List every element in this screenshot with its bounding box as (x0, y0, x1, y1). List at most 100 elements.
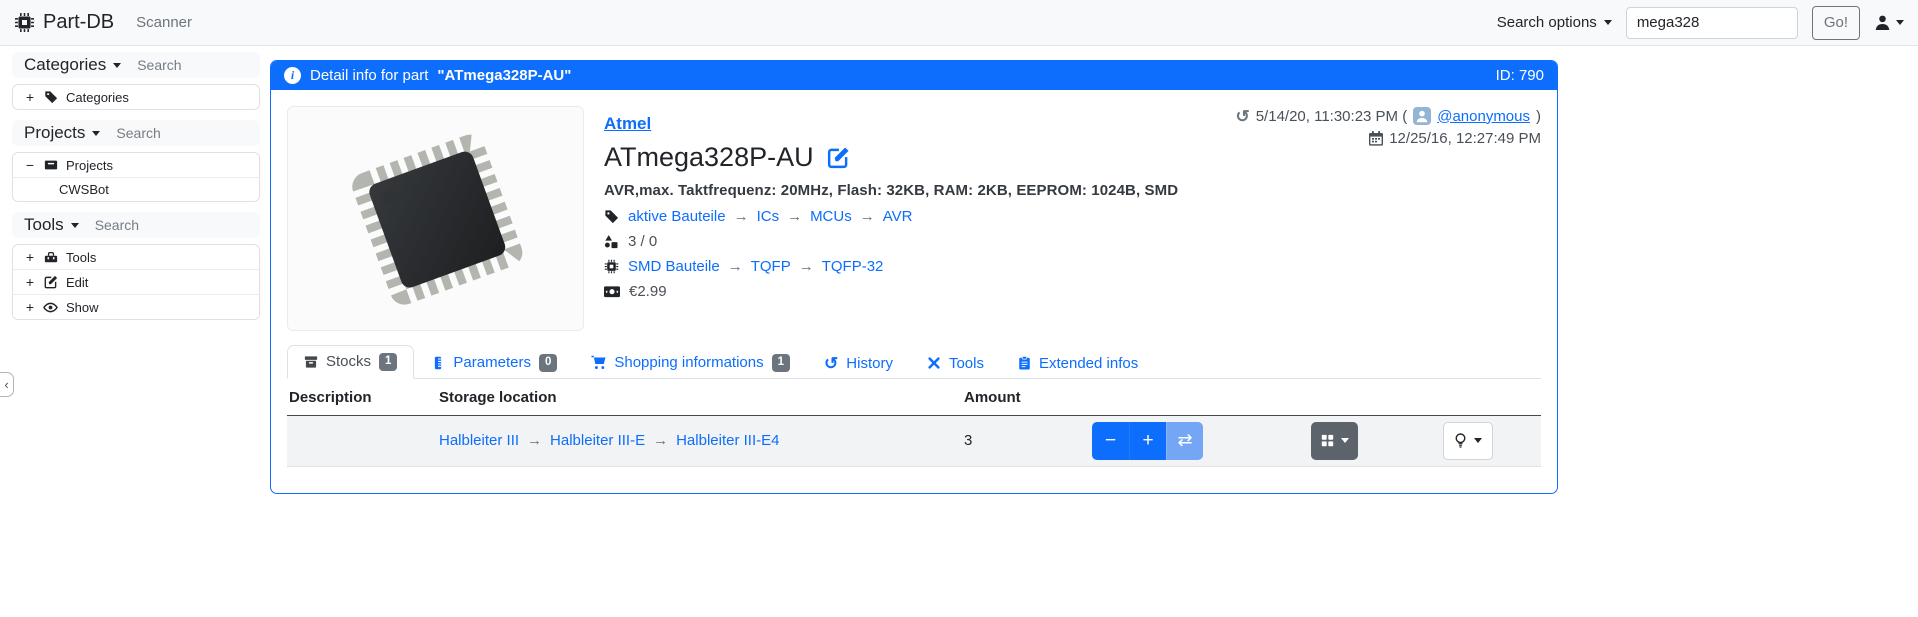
footprint-link[interactable]: SMD Bauteile (628, 258, 720, 275)
category-link[interactable]: MCUs (779, 208, 852, 225)
sidebar-item-cwsbot[interactable]: CWSBot (13, 177, 259, 201)
expand-toggle[interactable]: + (25, 249, 35, 265)
tree-item-label: Projects (66, 158, 113, 173)
tab-extended-infos[interactable]: Extended infos (1001, 347, 1155, 379)
col-header-actions (1090, 379, 1541, 416)
tree-item-label: Tools (66, 250, 96, 265)
app-brand-label: Part-DB (43, 11, 114, 34)
tab-badge: 1 (772, 354, 790, 372)
categories-panel-header: Categories (12, 52, 260, 78)
tab-parameters[interactable]: Parameters 0 (414, 346, 574, 379)
expand-toggle[interactable]: + (25, 274, 35, 290)
tree-item-label: Edit (66, 275, 88, 290)
decrease-stock-button[interactable]: − (1092, 422, 1129, 460)
tab-history[interactable]: ↺ History (807, 347, 910, 379)
storage-location-link[interactable]: Halbleiter III-E (519, 432, 645, 449)
projects-tree: − Projects CWSBot (12, 152, 260, 202)
stock-amount-value: 3 (962, 415, 1090, 466)
expand-toggle[interactable]: + (25, 89, 35, 105)
move-stock-button[interactable]: ⇄ (1166, 422, 1203, 460)
tools-tree: + Tools + Edit + Show (12, 244, 260, 320)
label-dropdown-button[interactable] (1311, 422, 1358, 460)
top-navbar: Part-DB Scanner Search options Go! (0, 0, 1918, 46)
search-options-dropdown[interactable]: Search options (1497, 14, 1612, 31)
expand-toggle[interactable]: + (25, 299, 35, 315)
part-description: AVR,max. Taktfrequenz: 20MHz, Flash: 32K… (604, 182, 1178, 199)
chip-photo (316, 119, 556, 319)
led-locate-dropdown-button[interactable] (1443, 422, 1493, 460)
last-modified-datetime: 5/14/20, 11:30:23 PM ( (1256, 108, 1408, 125)
categories-search-input[interactable] (137, 57, 247, 73)
storage-location-link[interactable]: Halbleiter III (439, 432, 519, 449)
category-link[interactable]: AVR (852, 208, 913, 225)
archive-box-icon (43, 158, 58, 172)
tools-icon (927, 356, 941, 370)
sidebar-item-tools[interactable]: + Tools (13, 245, 259, 269)
sidebar-item-edit[interactable]: + Edit (13, 269, 259, 294)
stock-row: Halbleiter III Halbleiter III-E Halbleit… (287, 415, 1541, 466)
tab-badge: 1 (379, 353, 397, 371)
sidebar-item-projects[interactable]: − Projects (13, 153, 259, 177)
storage-location-breadcrumb: Halbleiter III Halbleiter III-E Halbleit… (439, 432, 954, 449)
tools-dropdown[interactable]: Tools (24, 215, 79, 235)
collapse-toggle[interactable]: − (25, 157, 35, 173)
tree-item-label: Categories (66, 90, 129, 105)
category-link[interactable]: aktive Bauteile (628, 208, 726, 225)
projects-search-input[interactable] (116, 125, 226, 141)
category-breadcrumb: aktive Bauteile ICs MCUs AVR (628, 208, 912, 225)
tab-stocks[interactable]: Stocks 1 (287, 345, 414, 379)
manufacturer-link[interactable]: Atmel (604, 114, 651, 133)
grid-icon (1321, 434, 1334, 447)
tools-search-input[interactable] (95, 217, 205, 233)
projects-panel-header: Projects (12, 120, 260, 146)
user-menu-dropdown[interactable] (1874, 14, 1904, 31)
stock-amount: 3 / 0 (628, 233, 657, 250)
global-search-input[interactable] (1626, 7, 1798, 39)
caret-down-icon (113, 63, 121, 68)
stock-description (287, 415, 437, 466)
footprint-link[interactable]: TQFP-32 (791, 258, 884, 275)
col-header-description: Description (287, 379, 437, 416)
category-link[interactable]: ICs (726, 208, 780, 225)
money-bill-icon (604, 286, 620, 298)
eye-icon (43, 300, 58, 315)
tab-shopping-informations[interactable]: Shopping informations 1 (574, 346, 807, 379)
part-meta: ↺ 5/14/20, 11:30:23 PM ( @anonymous) 12/… (1235, 107, 1541, 152)
clipboard-icon (1018, 356, 1031, 370)
sidebar-collapse-handle[interactable]: ‹ (0, 372, 14, 397)
tab-tools[interactable]: Tools (910, 347, 1001, 379)
user-icon (1874, 14, 1891, 31)
modified-user-link[interactable]: @anonymous (1437, 108, 1530, 125)
footprint-link[interactable]: TQFP (720, 258, 791, 275)
app-brand[interactable]: Part-DB (14, 11, 114, 34)
caret-down-icon (71, 223, 79, 228)
edit-part-icon[interactable] (827, 146, 850, 169)
toolbox-icon (43, 250, 58, 264)
part-tabs: Stocks 1 Parameters 0 Shopping informati… (287, 345, 1541, 379)
info-circle-icon: i (284, 67, 301, 84)
search-go-button[interactable]: Go! (1812, 6, 1860, 40)
header-part-name: "ATmega328P-AU" (437, 67, 571, 84)
footprint-breadcrumb: SMD Bauteile TQFP TQFP-32 (628, 258, 883, 275)
part-image-preview[interactable] (287, 106, 584, 331)
col-header-storage-location: Storage location (437, 379, 962, 416)
col-header-amount: Amount (962, 379, 1090, 416)
categories-dropdown[interactable]: Categories (24, 55, 121, 75)
edit-icon (43, 275, 58, 289)
part-card-header: i Detail info for part "ATmega328P-AU" I… (271, 61, 1557, 90)
increase-stock-button[interactable]: + (1129, 422, 1166, 460)
storage-location-link[interactable]: Halbleiter III-E4 (645, 432, 779, 449)
microchip-logo-icon (14, 12, 35, 33)
caret-down-icon (92, 131, 100, 136)
sidebar-item-categories[interactable]: + Categories (13, 85, 259, 109)
sidebar: Categories + Categories Projects − (12, 52, 260, 330)
projects-dropdown[interactable]: Projects (24, 123, 100, 143)
tag-icon (604, 209, 619, 224)
caret-down-icon (1896, 20, 1904, 25)
sidebar-item-show[interactable]: + Show (13, 294, 259, 319)
nav-scanner-link[interactable]: Scanner (136, 14, 192, 31)
cart-icon (591, 355, 606, 370)
categories-tree: + Categories (12, 84, 260, 110)
part-price: €2.99 (629, 283, 667, 300)
stock-adjust-group: − + ⇄ (1092, 422, 1203, 460)
